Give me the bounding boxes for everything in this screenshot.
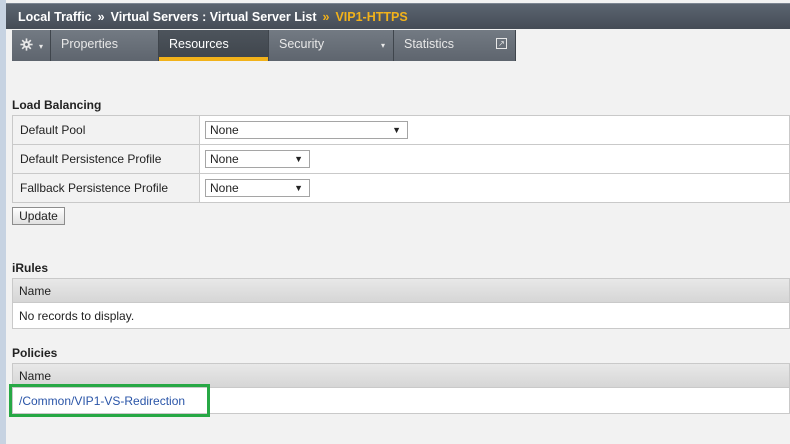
tab-bar: ▾ Properties Resources Security ▾ Statis… (12, 30, 516, 61)
tab-security[interactable]: Security ▾ (269, 30, 394, 61)
policies-title: Policies (12, 346, 58, 360)
breadcrumb-virtual-server-list[interactable]: Virtual Servers : Virtual Server List (111, 10, 317, 24)
dropdown-arrow-icon: ▼ (392, 125, 401, 135)
gear-icon (20, 38, 33, 51)
default-pool-select[interactable]: None ▼ (205, 121, 408, 139)
select-value: None (210, 152, 239, 166)
fallback-persistence-profile-select[interactable]: None ▼ (205, 179, 310, 197)
chevron-down-icon: ▾ (380, 41, 385, 50)
fallback-persistence-profile-label: Fallback Persistence Profile (12, 173, 200, 203)
irules-table: Name No records to display. (12, 278, 790, 329)
tab-properties-label: Properties (61, 37, 118, 51)
tab-statistics[interactable]: Statistics ↗ (394, 30, 516, 61)
breadcrumb-separator: » (322, 9, 330, 24)
update-button[interactable]: Update (12, 207, 65, 225)
irules-empty-row: No records to display. (19, 309, 135, 323)
tab-statistics-label: Statistics (404, 37, 455, 51)
load-balancing-title: Load Balancing (12, 98, 102, 112)
default-persistence-profile-select[interactable]: None ▼ (205, 150, 310, 168)
table-row: Default Persistence Profile None ▼ (12, 144, 790, 174)
tab-gear-menu[interactable]: ▾ (12, 30, 51, 61)
highlight-annotation-box (9, 384, 210, 417)
tab-resources-label: Resources (169, 37, 229, 51)
tab-properties[interactable]: Properties (51, 30, 159, 61)
chevron-down-icon: ▾ (39, 42, 44, 51)
breadcrumb-local-traffic[interactable]: Local Traffic (18, 10, 92, 24)
default-pool-label: Default Pool (12, 115, 200, 145)
select-value: None (210, 123, 239, 137)
external-link-icon: ↗ (496, 38, 507, 49)
load-balancing-table: Default Pool None ▼ Default Persistence … (12, 115, 790, 203)
irules-name-column-header[interactable]: Name (13, 279, 789, 303)
select-value: None (210, 181, 239, 195)
breadcrumb-current: VIP1-HTTPS (335, 9, 408, 24)
breadcrumb: Local Traffic » Virtual Servers : Virtua… (6, 3, 790, 29)
breadcrumb-separator: » (97, 9, 105, 24)
tab-resources[interactable]: Resources (159, 30, 269, 61)
tab-security-label: Security (279, 37, 325, 51)
dropdown-arrow-icon: ▼ (294, 183, 303, 193)
table-row: Fallback Persistence Profile None ▼ (12, 173, 790, 203)
dropdown-arrow-icon: ▼ (294, 154, 303, 164)
irules-title: iRules (12, 261, 49, 275)
default-persistence-profile-label: Default Persistence Profile (12, 144, 200, 174)
table-row: Default Pool None ▼ (12, 115, 790, 145)
